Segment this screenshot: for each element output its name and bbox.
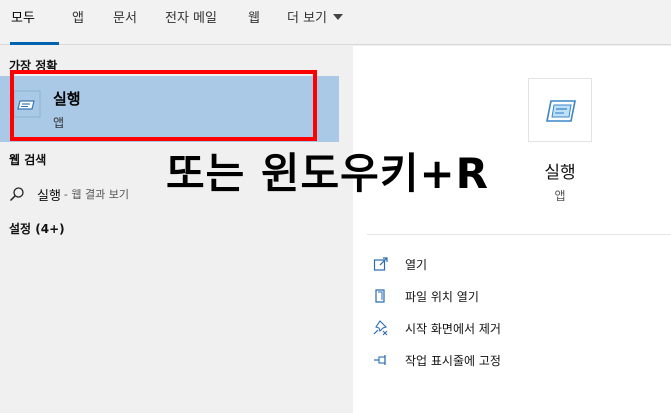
search-icon <box>9 187 24 202</box>
action-open-label: 열기 <box>405 257 428 272</box>
divider <box>367 234 671 235</box>
action-file-location-label: 파일 위치 열기 <box>405 289 479 304</box>
unpin-start-icon <box>373 320 388 336</box>
action-pin-taskbar-label: 작업 표시줄에 고정 <box>405 353 501 368</box>
tab-more-label: 더 보기 <box>287 11 328 26</box>
tab-apps[interactable]: 앱 <box>72 10 84 34</box>
action-unpin-start[interactable]: 시작 화면에서 제거 <box>373 318 501 338</box>
action-pin-taskbar[interactable]: 작업 표시줄에 고정 <box>373 350 501 370</box>
chevron-down-icon <box>333 14 344 20</box>
action-open[interactable]: 열기 <box>373 254 427 274</box>
web-search-hint: - 웹 결과 보기 <box>63 188 129 201</box>
highlight-box <box>10 70 317 141</box>
search-tab-bar: 모두 앱 문서 전자 메일 웹 더 보기 <box>0 0 671 45</box>
web-search-result[interactable]: 실행 - 웹 결과 보기 <box>9 184 129 204</box>
run-app-icon <box>546 100 576 122</box>
tab-web[interactable]: 웹 <box>248 10 260 34</box>
tab-documents[interactable]: 문서 <box>113 10 137 34</box>
web-search-query: 실행 <box>37 188 61 204</box>
results-pane: 가장 정확 실행 앱 웹 검색 실행 - 웹 결과 보기 설정 (4+) <box>0 46 339 413</box>
settings-heading[interactable]: 설정 (4+) <box>9 220 65 237</box>
tab-email[interactable]: 전자 메일 <box>165 10 217 34</box>
pin-taskbar-icon <box>374 355 386 365</box>
web-search-heading: 웹 검색 <box>9 153 47 167</box>
tab-all[interactable]: 모두 <box>11 10 35 34</box>
action-open-file-location[interactable]: 파일 위치 열기 <box>373 286 479 306</box>
preview-pane: 실행 앱 열기 파일 위치 열기 시작 화면에서 제거 작업 표시줄에 고정 <box>353 46 671 413</box>
overlay-annotation: 또는 윈도우키+R <box>166 149 489 198</box>
file-location-icon <box>375 289 385 303</box>
active-tab-indicator <box>10 42 59 45</box>
tab-more[interactable]: 더 보기 <box>287 10 344 34</box>
preview-app-tile <box>528 78 592 142</box>
action-unpin-start-label: 시작 화면에서 제거 <box>405 321 501 336</box>
open-icon <box>373 257 388 271</box>
